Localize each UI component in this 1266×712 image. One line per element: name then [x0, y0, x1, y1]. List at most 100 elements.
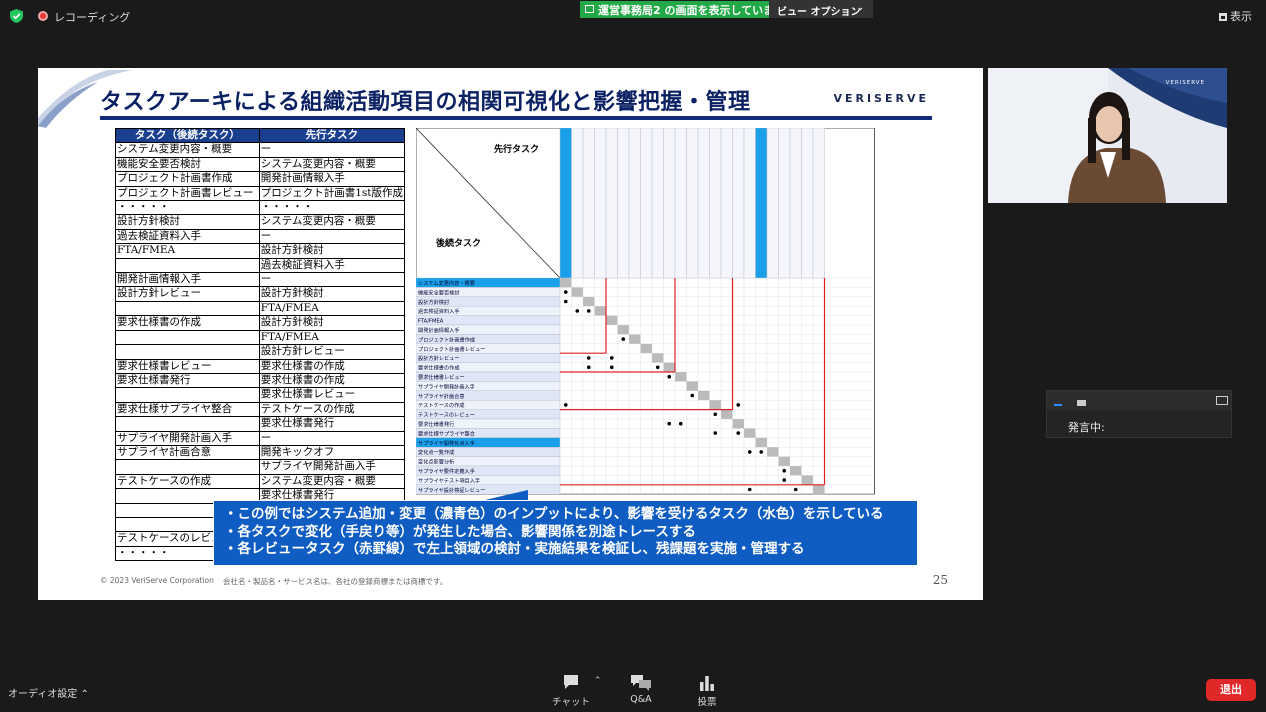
predecessor-cell: FTA/FMEA [258, 329, 406, 346]
matrix-diagonal-cell [583, 296, 595, 307]
task-cell [115, 459, 260, 475]
matrix-diagonal-cell [629, 334, 641, 344]
predecessor-cell: サプライヤ開発計画入手 [258, 459, 406, 475]
matrix-dependency-dot [736, 403, 741, 407]
table-row: 過去検証資料入手 [115, 257, 406, 274]
matrix-row-label: 設計方針検討 [418, 298, 449, 306]
audio-settings-button[interactable]: オーディオ設定 ⌃ [8, 685, 89, 700]
view-button-label: 表示 [1230, 10, 1252, 23]
matrix-col-header [582, 128, 595, 279]
task-cell [115, 344, 260, 360]
matrix-diagonal-cell [755, 437, 767, 448]
minimize-icon[interactable] [1054, 404, 1062, 406]
veriserve-logo: VERISERVE [833, 92, 929, 105]
trademark-note: 会社名・製品名・サービス名は、各社の登録商標または商標です。 [223, 577, 448, 586]
chat-chevron-up-icon[interactable]: ⌃ [594, 676, 602, 686]
predecessor-cell: FTA/FMEA [258, 300, 406, 317]
audio-settings-label: オーディオ設定 [8, 689, 78, 700]
matrix-dependency-dot [678, 421, 683, 426]
matrix-diagonal-cell [617, 325, 629, 335]
speaker-video-image [988, 68, 1227, 203]
copyright: © 2023 VeriServe Corporation [100, 576, 214, 585]
matrix-diagonal-cell [778, 456, 790, 466]
predecessor-cell: ー [258, 142, 406, 158]
predecessor-cell: 過去検証資料入手 [258, 257, 406, 274]
table-row: 要求仕様書発行 要求仕様書の作成 [115, 372, 406, 389]
table-row: 過去検証資料入手ー [115, 228, 406, 245]
task-cell: 過去検証資料入手 [115, 228, 260, 245]
matrix-dependency-dot [575, 309, 580, 313]
predecessor-cell: 要求仕様書の作成 [258, 358, 406, 374]
task-cell: FTA/FMEA [115, 243, 260, 259]
view-button[interactable]: 表示 [1219, 8, 1252, 24]
qa-button[interactable]: Q&A [621, 674, 661, 705]
matrix-diagonal-cell [732, 419, 744, 429]
camera-bg-logo: VERISERVE [1165, 80, 1205, 86]
table-row: プロジェクト計画書レビュー プロジェクト計画書1st版作成 [115, 185, 406, 202]
chevron-down-icon: ⌄ [856, 3, 864, 13]
predecessor-cell: ー [258, 430, 406, 446]
matrix-diagonal-cell [663, 362, 675, 372]
predecessor-cell: ー [258, 228, 406, 245]
qa-icon [631, 675, 651, 691]
speaking-label: 発言中: [1068, 421, 1105, 434]
matrix-dependency-dot [667, 421, 672, 426]
matrix-diagonal-cell [652, 353, 664, 363]
recording-dot-icon [38, 11, 48, 21]
matrix-diagonal-cell [560, 278, 572, 288]
matrix-col-header [812, 128, 825, 279]
table-row: FTA/FMEA 設計方針検討 [115, 243, 406, 259]
matrix-col-header [594, 128, 607, 279]
video-icon[interactable] [1077, 400, 1086, 406]
matrix-dependency-dot [563, 290, 568, 294]
matrix-col-header [651, 128, 664, 279]
matrix-row-label: 要求仕様書の作成 [418, 364, 460, 372]
task-cell [115, 257, 260, 274]
matrix-diagonal-cell [675, 372, 687, 382]
matrix-row-label: 過去検証資料入手 [418, 307, 460, 315]
table-row: 要求仕様書レビュー [115, 387, 406, 403]
speaker-video[interactable]: VERISERVE [988, 68, 1227, 203]
poll-label: 投票 [697, 697, 717, 708]
speaking-panel[interactable]: 発言中: [1046, 390, 1232, 438]
task-cell: サプライヤ開発計画入手 [115, 430, 260, 446]
table-row: 機能安全要否検討 システム変更内容・概要 [115, 156, 406, 173]
poll-button[interactable]: 投票 [687, 674, 727, 708]
task-cell [115, 329, 260, 346]
task-cell: サプライヤ計画合意 [115, 444, 260, 461]
table-row: ・・・・・ ・・・・・ [115, 200, 406, 216]
matrix-row-label: 開発計画情報入手 [418, 326, 460, 334]
matrix-row-label: サプライヤ開発化点入手 [418, 439, 475, 447]
matrix-dependency-dot [667, 374, 672, 379]
expand-icon[interactable] [1216, 396, 1228, 405]
matrix-row-label: サプライヤ要件定義入手 [418, 467, 475, 475]
matrix-dependency-dot [713, 412, 718, 417]
screen-share-banner: 運営事務局2 の画面を表示しています [580, 1, 794, 18]
chat-button[interactable]: チャット [551, 674, 591, 708]
table-row: 設計方針レビュー [115, 344, 406, 360]
matrix-row-label: プロジェクト計画書レビュー [418, 345, 485, 353]
table-row: FTA/FMEA [115, 329, 406, 346]
chevron-up-icon: ⌃ [80, 689, 89, 700]
matrix-diagonal-cell [594, 306, 606, 316]
task-cell: 設計方針検討 [115, 214, 260, 230]
callout-line: ・各タスクで変化（手戻り等）が発生した場合、影響関係を別途トレースする [224, 523, 696, 540]
predecessor-cell: 要求仕様書レビュー [258, 387, 406, 403]
predecessor-cell: 開発計画情報入手 [258, 171, 406, 187]
table-row: 設計方針検討 システム変更内容・概要 [115, 214, 406, 230]
task-col-header: タスク（後続タスク） [115, 127, 260, 144]
predecessor-cell: 設計方針検討 [258, 315, 406, 331]
slide-title: タスクアーキによる組織活動項目の相関可視化と影響把握・管理 [100, 90, 751, 115]
matrix-col-header [732, 128, 745, 279]
view-options-button[interactable]: ビュー オプション ⌄ [769, 0, 873, 18]
matrix-col-header [789, 128, 802, 279]
matrix-row-label: サプライヤテスト項目入手 [418, 476, 480, 484]
exit-button[interactable]: 退出 [1206, 679, 1256, 701]
chat-label: チャット [552, 697, 590, 708]
matrix-row-label: 設計方針レビュー [418, 354, 460, 362]
matrix-col-header [686, 128, 699, 279]
task-cell [115, 416, 260, 432]
task-cell [115, 387, 260, 403]
security-shield-icon[interactable] [10, 9, 23, 23]
matrix-row-label: プロジェクト計画書作成 [418, 335, 475, 343]
